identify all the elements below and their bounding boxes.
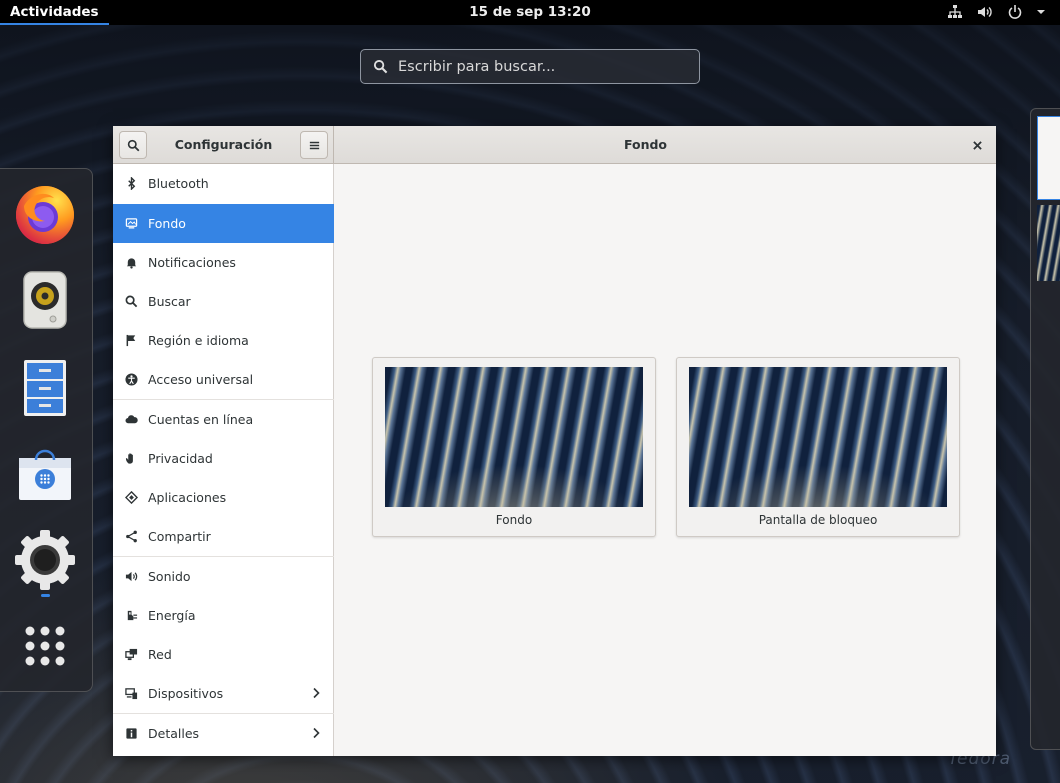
sidebar-item-label: Bluetooth [148, 176, 209, 191]
chevron-right-icon [313, 687, 320, 699]
close-button[interactable] [967, 135, 987, 155]
sidebar-item-label: Fondo [148, 216, 186, 231]
accessibility-icon [124, 373, 138, 387]
overview-search[interactable] [360, 49, 700, 84]
firefox-icon[interactable] [14, 184, 76, 246]
card-caption: Fondo [495, 513, 533, 527]
top-bar: Actividades 15 de sep 13:20 [0, 0, 1060, 25]
background-panel: Fondo Pantalla de bloqueo [335, 164, 996, 756]
sidebar-item-bluetooth[interactable]: Bluetooth [113, 164, 334, 203]
search-input[interactable] [398, 58, 687, 75]
sidebar-item-aplicaciones[interactable]: Aplicaciones [113, 478, 334, 517]
sidebar-item-red[interactable]: Red [113, 635, 334, 674]
settings-app-icon[interactable] [14, 529, 76, 591]
sidebar-item-label: Cuentas en línea [148, 411, 254, 427]
sidebar-item-label: Energía [148, 608, 196, 623]
sidebar-item-cuentas-en-linea[interactable]: Cuentas en línea [113, 399, 334, 438]
close-icon [972, 140, 982, 150]
files-icon[interactable] [14, 357, 76, 419]
sidebar-item-label: Buscar [148, 294, 191, 309]
sidebar-item-privacidad[interactable]: Privacidad [113, 439, 334, 478]
hamburger-menu-icon [309, 141, 319, 149]
background-icon [124, 217, 138, 231]
clock-label[interactable]: 15 de sep 13:20 [469, 4, 591, 20]
sidebar-item-label: Detalles [148, 725, 200, 741]
power-icon[interactable] [1006, 3, 1024, 21]
software-store-icon[interactable] [14, 442, 76, 504]
network-wired-icon [124, 648, 138, 662]
flag-icon [124, 334, 138, 348]
sidebar-item-label: Región e idioma [148, 333, 249, 348]
workspace-window-preview [1037, 116, 1060, 200]
sidebar-item-label: Privacidad [148, 451, 213, 466]
settings-sidebar: Bluetooth Fondo Notificaciones Buscar Re… [113, 164, 334, 756]
sidebar-title: Configuración [174, 137, 273, 152]
sidebar-item-detalles[interactable]: Detalles [113, 713, 334, 752]
rhythmbox-icon[interactable] [14, 269, 76, 331]
sidebar-item-label: Notificaciones [148, 255, 236, 270]
bluetooth-icon [124, 177, 138, 191]
cloud-icon [124, 412, 138, 426]
header-bar: Configuración Fondo [113, 126, 996, 164]
sidebar-item-label: Dispositivos [148, 686, 224, 701]
dash [0, 168, 93, 692]
volume-icon[interactable] [976, 3, 994, 21]
sidebar-item-region[interactable]: Región e idioma [113, 321, 334, 360]
card-caption: Pantalla de bloqueo [758, 513, 878, 527]
lock-screen-thumbnail [689, 367, 947, 507]
sidebar-item-acceso-universal[interactable]: Acceso universal [113, 360, 334, 399]
show-applications-icon[interactable] [14, 615, 76, 677]
sidebar-item-label: Red [148, 647, 172, 662]
search-icon [127, 139, 139, 151]
hand-icon [124, 452, 138, 466]
network-icon[interactable] [946, 3, 964, 21]
desktop-background-card[interactable]: Fondo [372, 357, 656, 537]
lock-screen-card[interactable]: Pantalla de bloqueo [676, 357, 960, 537]
bell-icon [124, 256, 138, 270]
running-indicator [41, 594, 50, 597]
applications-icon [124, 491, 138, 505]
search-button[interactable] [119, 131, 147, 159]
sidebar-item-sonido[interactable]: Sonido [113, 556, 334, 595]
page-title: Fondo [623, 137, 668, 152]
share-icon [124, 530, 138, 544]
settings-window: Configuración Fondo Bluetooth Fondo Noti… [113, 126, 996, 756]
workspace-thumbnail[interactable] [1030, 108, 1060, 750]
menu-button[interactable] [300, 131, 328, 159]
clock: 15 de sep 13:20 [0, 0, 1060, 24]
activities-button[interactable]: Actividades [0, 0, 109, 25]
sidebar-item-compartir[interactable]: Compartir [113, 517, 334, 556]
sidebar-item-label: Acceso universal [148, 372, 254, 387]
desktop-background-thumbnail [385, 367, 643, 507]
devices-icon [124, 687, 138, 701]
power-plug-icon [124, 609, 138, 623]
chevron-right-icon [313, 727, 320, 739]
sidebar-header: Configuración [113, 126, 334, 164]
sidebar-item-label: Sonido [148, 568, 191, 584]
search-icon [124, 295, 138, 309]
search-icon [373, 59, 388, 74]
sidebar-item-energia[interactable]: Energía [113, 596, 334, 635]
chevron-down-icon[interactable] [1036, 3, 1046, 21]
sidebar-item-fondo[interactable]: Fondo [113, 204, 334, 243]
speaker-icon [124, 569, 138, 583]
system-tray[interactable] [946, 3, 1046, 21]
sidebar-item-label: Aplicaciones [148, 490, 227, 505]
sidebar-item-notificaciones[interactable]: Notificaciones [113, 243, 334, 282]
sidebar-item-buscar[interactable]: Buscar [113, 282, 334, 321]
sidebar-item-dispositivos[interactable]: Dispositivos [113, 674, 334, 713]
sidebar-item-label: Compartir [148, 529, 211, 544]
info-icon [124, 726, 138, 740]
workspace-background-preview [1037, 205, 1060, 281]
